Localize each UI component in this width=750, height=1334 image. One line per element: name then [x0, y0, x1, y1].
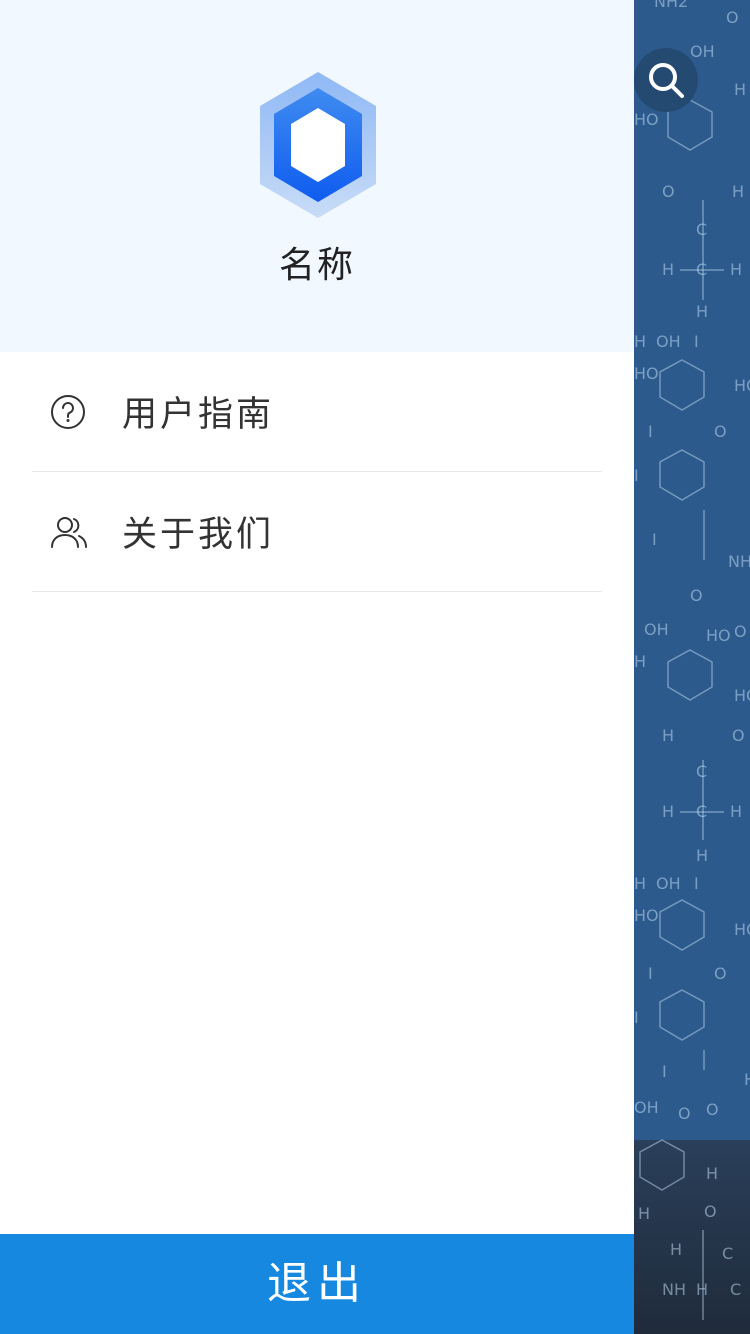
menu-item-about-us[interactable]: 关于我们 — [32, 472, 602, 592]
chem-label: H — [662, 260, 675, 279]
chem-label: C — [696, 762, 708, 781]
chem-label: I — [634, 1008, 639, 1027]
chem-label: HO — [634, 364, 659, 383]
chem-label: H — [662, 726, 675, 745]
chem-label: C — [722, 1244, 734, 1263]
chem-label: I — [648, 964, 653, 983]
chem-label: H — [662, 802, 675, 821]
exit-button[interactable]: 退出 — [0, 1234, 634, 1334]
chem-label: O — [704, 1202, 717, 1221]
menu-item-label: 关于我们 — [122, 515, 275, 555]
chem-label: HO — [634, 906, 659, 925]
chem-label: O — [732, 726, 745, 745]
chem-label: H — [730, 802, 743, 821]
chem-label: H — [634, 332, 647, 351]
chem-label: NH — [662, 1280, 686, 1299]
chem-label: H — [634, 874, 647, 893]
chem-label: O — [706, 1100, 719, 1119]
chem-label: H — [634, 652, 647, 671]
chem-label: OH — [634, 1098, 659, 1117]
menu-item-label: 用户指南 — [122, 395, 275, 435]
chemical-structure-pattern: NH2 O OH HO H O H H C H C H H OH I HO HO… — [634, 0, 750, 1334]
chem-label: HO — [734, 920, 750, 939]
users-icon — [50, 514, 122, 550]
help-circle-icon — [50, 394, 122, 430]
chem-label: H — [734, 80, 747, 99]
search-button[interactable] — [634, 48, 698, 112]
chem-label: H — [696, 1280, 709, 1299]
chem-label: O — [690, 586, 703, 605]
chem-label: OH — [656, 874, 681, 893]
app-logo — [258, 70, 378, 220]
chem-label: I — [634, 466, 639, 485]
chem-label: H — [696, 302, 709, 321]
chem-label: OH — [690, 42, 715, 61]
chem-label: H — [696, 846, 709, 865]
chem-label: NH2 — [654, 0, 689, 11]
chem-label: H — [670, 1240, 683, 1259]
chem-label: C — [696, 220, 708, 239]
search-icon — [649, 63, 684, 98]
drawer-header: 名称 — [0, 0, 634, 352]
chem-label: OH — [644, 620, 669, 639]
chem-label: NH2 — [728, 552, 750, 571]
hexagon-logo-icon — [260, 72, 376, 218]
chem-label: H — [744, 1070, 750, 1089]
chem-label: O — [678, 1104, 691, 1123]
chem-label: I — [694, 332, 699, 351]
chem-label: H — [706, 1164, 719, 1183]
chem-label: HO — [634, 110, 659, 129]
chem-label: C — [696, 802, 708, 821]
chem-label: I — [652, 530, 657, 549]
chem-label: O — [726, 8, 739, 27]
chem-label: C — [730, 1280, 742, 1299]
chem-label: OH — [656, 332, 681, 351]
chem-label: O — [714, 422, 727, 441]
chem-label: HO — [706, 626, 731, 645]
chem-label: HO — [734, 376, 750, 395]
drawer-menu: 用户指南 关于我们 — [32, 352, 602, 592]
chem-label: H — [638, 1204, 651, 1223]
chem-label: O — [662, 182, 675, 201]
chem-label: C — [696, 260, 708, 279]
chem-label: I — [662, 1062, 667, 1081]
chem-label: I — [694, 874, 699, 893]
chem-label: H — [732, 182, 745, 201]
chem-label: H — [730, 260, 743, 279]
chem-label: HO — [734, 686, 750, 705]
chem-label: O — [714, 964, 727, 983]
navigation-drawer: 名称 用户指南 关于我们 退出 — [0, 0, 634, 1334]
menu-item-user-guide[interactable]: 用户指南 — [32, 352, 602, 472]
app-name: 名称 — [278, 245, 355, 286]
chem-label: I — [648, 422, 653, 441]
chem-label: O — [734, 622, 747, 641]
